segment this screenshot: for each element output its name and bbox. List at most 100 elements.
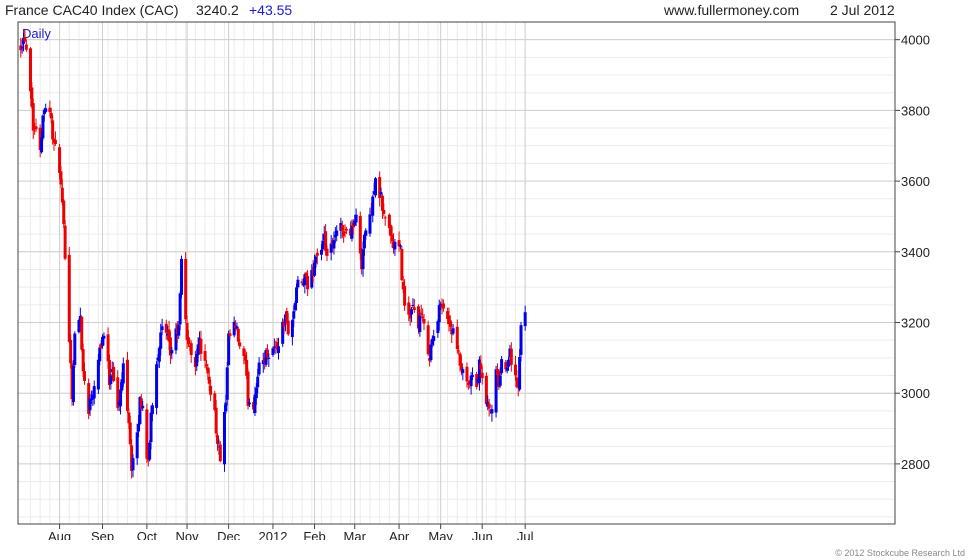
candle-body [141, 405, 145, 409]
candle-body [112, 366, 116, 382]
x-tick-label: May [428, 529, 453, 540]
candle-body [257, 362, 261, 375]
y-tick-label: 3800 [901, 103, 930, 118]
candle-body [63, 225, 67, 259]
candle-body [487, 403, 491, 409]
candle-body [184, 258, 188, 320]
x-tick-label: 2012 [259, 529, 288, 540]
candle-body [410, 309, 414, 315]
copyright-credit: © 2012 Stockcube Research Ltd [835, 548, 965, 558]
y-tick-label: 3200 [901, 315, 930, 330]
candle-body [180, 258, 184, 295]
candle-body [267, 357, 271, 359]
candle-body [238, 342, 242, 347]
candle-body [335, 230, 339, 236]
candle-body [71, 365, 75, 403]
x-tick-label: Sep [91, 529, 114, 540]
x-tick-label: Nov [175, 529, 199, 540]
candle-body [73, 333, 77, 365]
candle-body [225, 367, 229, 400]
candle-body [34, 126, 38, 130]
x-tick-label: Jul [517, 529, 534, 540]
candle-body [295, 287, 299, 304]
candle-body [83, 371, 87, 381]
candle-body [325, 248, 329, 256]
candle-body [509, 348, 513, 365]
candle-body [256, 376, 260, 388]
candle-body [296, 279, 300, 288]
candle-body [189, 343, 193, 355]
y-tick-label: 3000 [901, 386, 930, 401]
candlestick-chart: 4000 3800 3600 3400 3200 3000 2800 Aug Sep Oct Nov… [17, 21, 930, 540]
candle-body [422, 318, 426, 324]
candle-body [306, 276, 310, 290]
candle-body [490, 409, 494, 414]
x-tick-label: Feb [303, 529, 325, 540]
candle-body [92, 386, 96, 399]
candle-body [426, 325, 430, 355]
candle-body [412, 307, 416, 311]
candle-body [69, 339, 73, 364]
x-tick-label: Aug [48, 529, 71, 540]
candle-body [228, 333, 232, 336]
candle-body [374, 178, 378, 196]
candle-body [199, 338, 203, 354]
candle-body [277, 346, 281, 353]
candle-body [354, 214, 358, 223]
candle-body [403, 285, 407, 306]
candle-body [457, 350, 461, 352]
candle-body [371, 196, 375, 216]
candle-body [247, 402, 251, 405]
candle-body [24, 44, 28, 50]
candle-body [400, 248, 404, 280]
candle-body [131, 458, 135, 471]
candle-body [344, 228, 348, 231]
candle-body [364, 230, 368, 236]
candle-body [461, 369, 465, 374]
candle-body [286, 320, 290, 335]
candle-body [51, 120, 55, 140]
candle-body [315, 252, 319, 256]
candle-body [465, 366, 469, 382]
candle-body [170, 349, 174, 354]
candle-body [67, 254, 71, 342]
candle-body [382, 209, 386, 214]
candle-body [368, 214, 372, 234]
y-tick-label: 3400 [901, 245, 930, 260]
x-tick-label: Mar [344, 529, 367, 540]
candle-body [121, 363, 125, 384]
candle-body [523, 312, 527, 327]
candle-body [222, 411, 226, 465]
candle-body [480, 372, 484, 379]
candle-body [321, 240, 325, 250]
x-tick-label: Apr [389, 529, 410, 540]
candle-body [418, 315, 422, 333]
candle-body [160, 326, 164, 331]
x-tick-label: Oct [137, 529, 158, 540]
candle-body [358, 215, 362, 254]
candle-body [102, 335, 106, 339]
candle-body [203, 351, 207, 361]
x-tick-label: Jun [472, 529, 493, 540]
candle-body [500, 359, 504, 374]
candle-body [441, 303, 445, 309]
candle-body [218, 444, 222, 462]
candle-body [214, 407, 218, 434]
candle-body [519, 325, 523, 355]
candle-body [379, 192, 383, 195]
candle-body [44, 108, 48, 112]
candle-body [393, 241, 397, 250]
candle-body [53, 139, 57, 145]
candle-body [498, 375, 502, 386]
x-tick-label: Dec [217, 529, 241, 540]
candle-body [451, 328, 455, 334]
candle-body [155, 364, 159, 408]
candle-body [292, 311, 296, 319]
candle-body [471, 375, 475, 377]
y-tick-label: 2800 [901, 457, 930, 472]
candle-body [383, 217, 387, 219]
candle-body [150, 405, 154, 415]
y-tick-label: 4000 [901, 33, 930, 48]
candle-body [518, 356, 522, 390]
candle-body [125, 359, 129, 411]
